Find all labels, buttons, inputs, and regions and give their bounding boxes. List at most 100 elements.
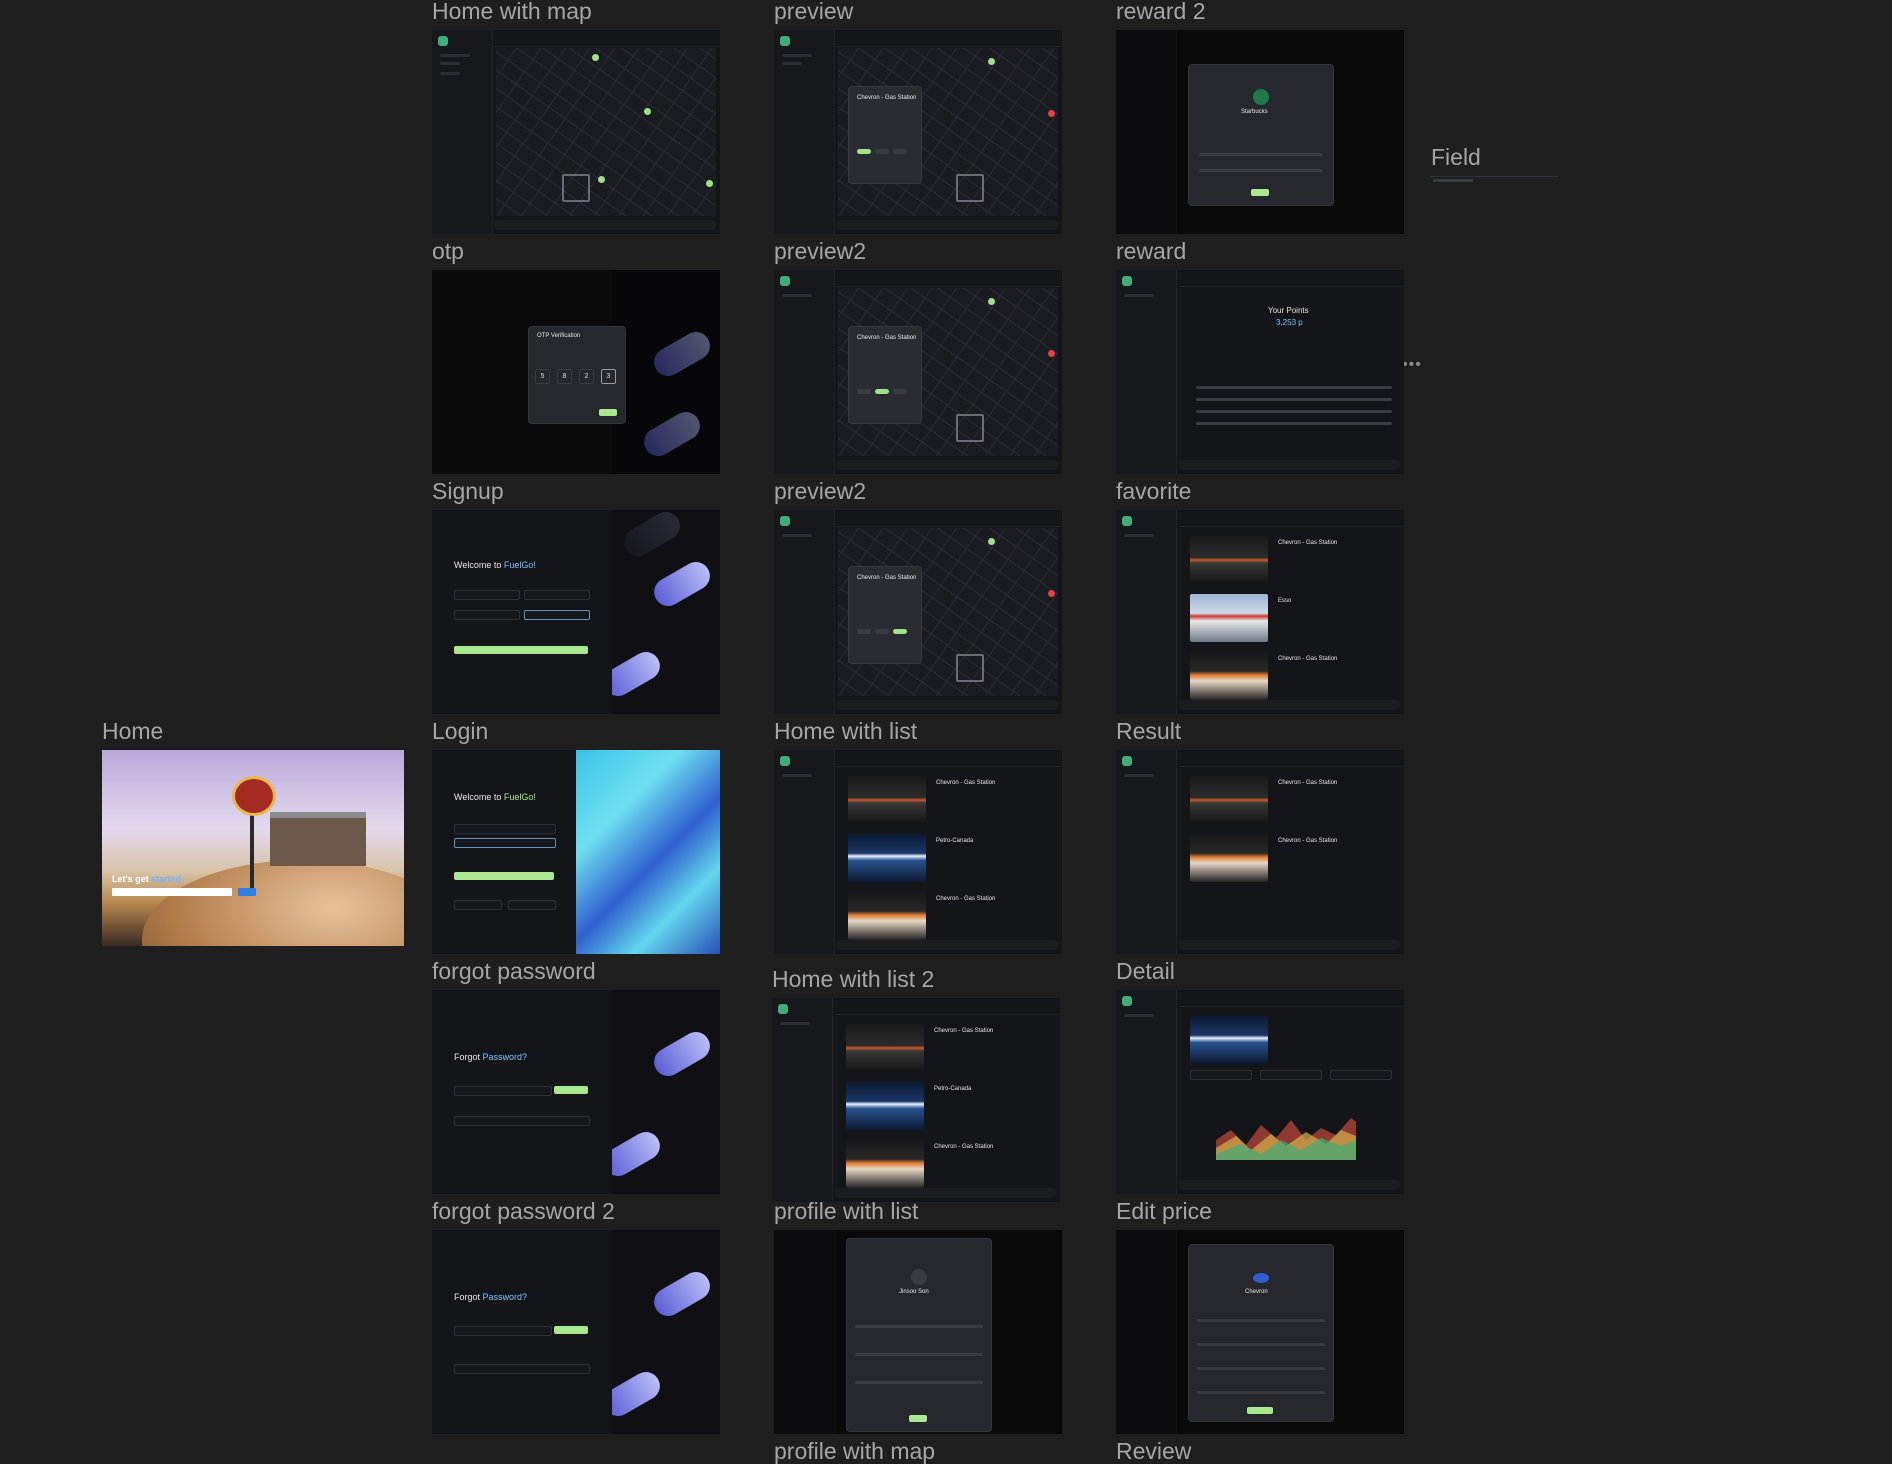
filter-chip[interactable] [857,149,871,154]
frame-preview2-a[interactable]: Chevron - Gas Station [774,270,1062,474]
email-field[interactable] [454,1086,552,1096]
otp-digit[interactable]: 5 [535,369,550,384]
map-pin-selected[interactable] [1048,350,1055,357]
frame-label-preview2-a[interactable]: preview2 [774,240,866,263]
signup-button[interactable] [454,646,588,654]
frame-signup[interactable]: Welcome to FuelGo! [432,510,720,714]
frame-label-signup[interactable]: Signup [432,480,504,503]
frame-label-detail[interactable]: Detail [1116,960,1175,983]
frame-label-preview2-b[interactable]: preview2 [774,480,866,503]
station-photo [1190,1016,1268,1064]
map-pin[interactable] [644,108,651,115]
frame-edit-price[interactable]: Chevron [1116,1230,1404,1434]
map-pin-selected[interactable] [1048,110,1055,117]
email-field[interactable] [454,1326,552,1336]
frame-login[interactable]: Welcome to FuelGo! [432,750,720,954]
profile-modal[interactable]: Jinsoo Son [846,1238,992,1432]
frame-home[interactable]: Let's get started [102,750,404,946]
map-pin[interactable] [988,298,995,305]
facebook-login-button[interactable] [508,900,556,910]
station-name: Chevron - Gas Station [857,575,917,581]
filter-chip[interactable] [893,149,907,154]
back-to-login-button[interactable] [454,1364,590,1374]
fullscreen-icon[interactable] [956,174,984,202]
frame-label-forgot-password[interactable]: forgot password [432,960,596,983]
frame-label-otp[interactable]: otp [432,240,464,263]
frame-label-home-with-map[interactable]: Home with map [432,0,592,23]
frame-otp[interactable]: OTP Verification 5 8 2 3 [432,270,720,474]
frame-result[interactable]: Chevron - Gas Station Chevron - Gas Stat… [1116,750,1404,954]
avatar [911,1269,927,1285]
back-to-login-button[interactable] [454,1116,590,1126]
first-name-field[interactable] [454,590,520,600]
frame-preview[interactable]: Chevron - Gas Station [774,30,1062,234]
map-pin[interactable] [706,180,713,187]
filter-chip[interactable] [875,149,889,154]
frame-label-profile-with-list[interactable]: profile with list [774,1200,918,1223]
map-view[interactable] [496,48,716,216]
send-button[interactable] [554,1086,588,1094]
frame-detail[interactable] [1116,990,1404,1194]
frame-reward[interactable]: Your Points 3,253 p [1116,270,1404,474]
frame-preview2-b[interactable]: Chevron - Gas Station [774,510,1062,714]
edit-price-modal[interactable]: Chevron [1188,1244,1334,1422]
more-options-icon[interactable]: ••• [1402,356,1422,374]
location-search-input[interactable] [112,888,232,896]
fullscreen-icon[interactable] [956,414,984,442]
frame-label-favorite[interactable]: favorite [1116,480,1191,503]
fullscreen-icon[interactable] [956,654,984,682]
frame-favorite[interactable]: Chevron - Gas Station Esso Chevron - Gas… [1116,510,1404,714]
frame-label-home-with-list[interactable]: Home with list [774,720,917,743]
email-field[interactable] [454,824,556,834]
otp-digit[interactable]: 2 [579,369,594,384]
station-select[interactable] [1330,1070,1392,1080]
frame-label-home[interactable]: Home [102,720,163,743]
login-button[interactable] [454,872,554,880]
frame-label-reward[interactable]: reward [1116,240,1186,263]
reward-modal[interactable]: Starbucks [1188,64,1334,206]
station-name: Chevron - Gas Station [934,1144,994,1150]
frame-label-result[interactable]: Result [1116,720,1181,743]
frame-forgot-password[interactable]: Forgot Password? [432,990,720,1194]
frame-reward-2[interactable]: Starbucks [1116,30,1404,234]
fullscreen-icon[interactable] [562,174,590,202]
map-pin[interactable] [988,58,995,65]
period-select[interactable] [1260,1070,1322,1080]
otp-digit[interactable]: 8 [557,369,572,384]
frame-label-home-with-list-2[interactable]: Home with list 2 [772,968,934,991]
otp-digit[interactable]: 3 [601,369,616,384]
frame-label-edit-price[interactable]: Edit price [1116,1200,1212,1223]
frame-label-forgot-password-2[interactable]: forgot password 2 [432,1200,615,1223]
frame-label-profile-with-map[interactable]: profile with map [774,1440,935,1463]
frame-label-preview[interactable]: preview [774,0,853,23]
map-pin[interactable] [598,176,605,183]
station-preview-card[interactable]: Chevron - Gas Station [848,326,922,424]
station-preview-card[interactable]: Chevron - Gas Station [848,566,922,664]
verify-button[interactable] [599,409,617,416]
password-field[interactable] [454,610,520,620]
search-bar[interactable] [494,220,716,230]
frame-profile-with-list[interactable]: Jinsoo Son [774,1230,1062,1434]
map-pin[interactable] [592,54,599,61]
frame-label-reward-2[interactable]: reward 2 [1116,0,1205,23]
fuel-type-select[interactable] [1190,1070,1252,1080]
reward-confirm-button[interactable] [1251,189,1269,196]
station-preview-card[interactable]: Chevron - Gas Station [848,86,922,184]
frame-forgot-password-2[interactable]: Forgot Password? [432,1230,720,1434]
frame-home-with-list[interactable]: Chevron - Gas Station Petro-Canada Chevr… [774,750,1062,954]
update-price-button[interactable] [1247,1407,1273,1414]
email-field[interactable] [524,590,590,600]
password-field[interactable] [454,838,556,848]
search-button[interactable] [238,888,256,896]
station-name: Chevron - Gas Station [936,780,996,786]
save-profile-button[interactable] [909,1415,927,1422]
frame-label-review[interactable]: Review [1116,1440,1191,1463]
frame-label-field[interactable]: Field [1431,146,1481,169]
frame-home-with-list-2[interactable]: Chevron - Gas Station Petro-Canada Chevr… [772,998,1060,1202]
frame-label-login[interactable]: Login [432,720,488,743]
frame-home-with-map[interactable] [432,30,720,234]
send-button[interactable] [554,1326,588,1334]
google-login-button[interactable] [454,900,502,910]
otp-modal[interactable]: OTP Verification 5 8 2 3 [528,326,626,424]
confirm-password-field[interactable] [524,610,590,620]
